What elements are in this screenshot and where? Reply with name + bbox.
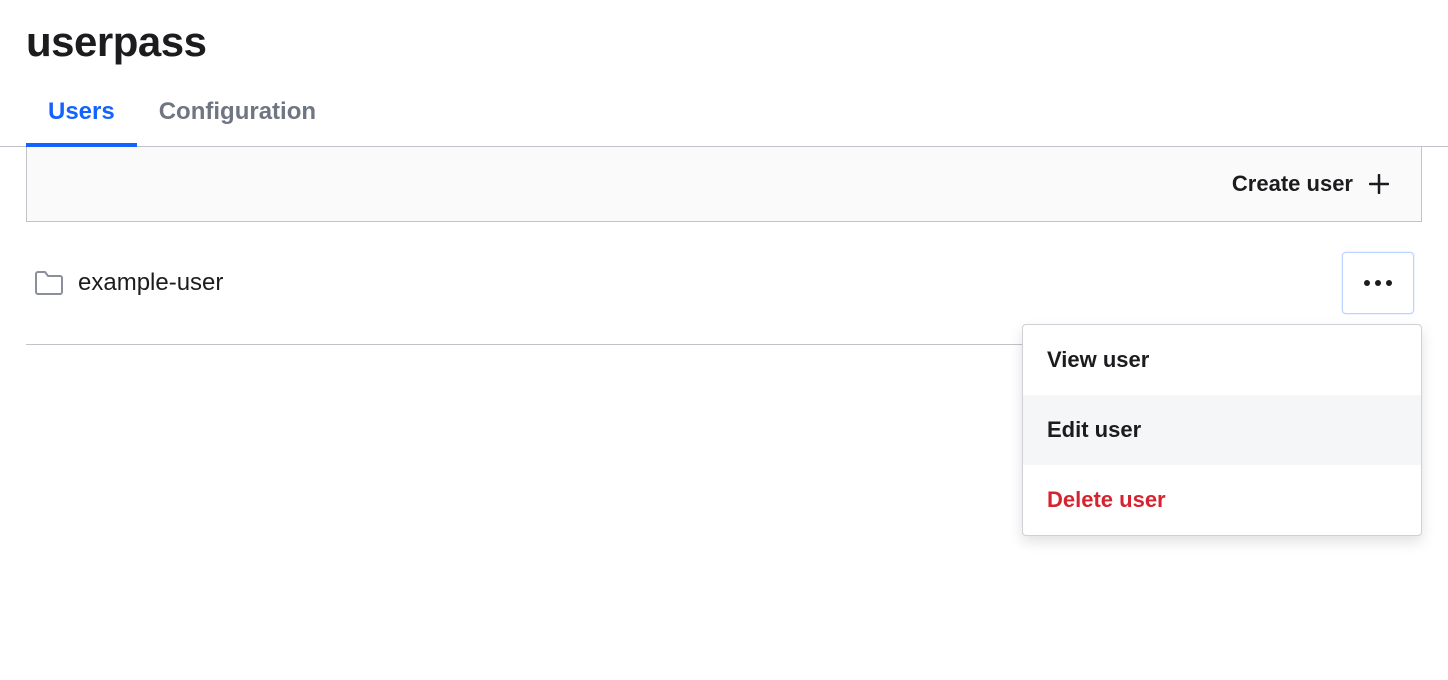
- plus-icon: [1369, 174, 1389, 194]
- page-title: userpass: [0, 0, 1448, 66]
- tab-users[interactable]: Users: [26, 98, 137, 146]
- actions-dropdown: View user Edit user Delete user: [1022, 324, 1422, 536]
- tabs: Users Configuration: [0, 66, 1448, 147]
- toolbar: Create user: [26, 147, 1422, 222]
- tab-configuration[interactable]: Configuration: [137, 98, 338, 146]
- list-item-content: example-user: [34, 269, 223, 297]
- more-icon: [1364, 280, 1392, 286]
- user-list: example-user View user Edit user Delete …: [26, 222, 1422, 345]
- menu-delete-user[interactable]: Delete user: [1023, 465, 1421, 535]
- user-name: example-user: [78, 269, 223, 297]
- create-user-button[interactable]: Create user: [1232, 171, 1389, 197]
- create-user-label: Create user: [1232, 171, 1353, 197]
- menu-view-user[interactable]: View user: [1023, 325, 1421, 395]
- folder-icon: [34, 270, 64, 296]
- more-actions-button[interactable]: [1342, 252, 1414, 314]
- menu-edit-user[interactable]: Edit user: [1023, 395, 1421, 465]
- list-item[interactable]: example-user View user Edit user Delete …: [26, 222, 1422, 345]
